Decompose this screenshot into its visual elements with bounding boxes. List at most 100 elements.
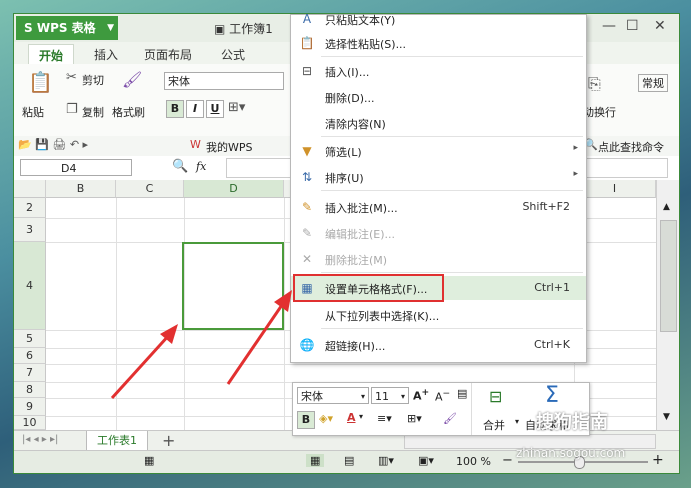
menu-separator (321, 136, 583, 137)
page-layout-view-icon[interactable]: ▥▾ (378, 454, 394, 467)
fill-color-icon[interactable]: ◈▾ (319, 412, 333, 425)
wrap-text-icon: ⎘ (588, 74, 601, 93)
scroll-up-icon[interactable]: ▲ (663, 202, 670, 212)
column-header-d[interactable]: D (184, 180, 284, 198)
zoom-in-icon[interactable]: + (652, 452, 664, 468)
name-box[interactable]: D4 (20, 159, 132, 176)
wps-window: S WPS 表格 ▼ ▣ 工作簿1 ▢ — ☐ ✕ 开始 插入 页面布局 公式 … (14, 14, 679, 473)
border-icon[interactable]: ⊞▾ (407, 412, 422, 425)
menu-delete[interactable]: 删除(D)... (291, 85, 586, 109)
menu-insert-comment[interactable]: ✎ 插入批注(M)... Shift+F2 (291, 195, 586, 219)
sort-icon: ⇅ (301, 170, 313, 184)
comment-icon: ✎ (301, 200, 313, 214)
paste-special-icon: 📋 (299, 36, 315, 50)
font-name-value: 宋体 (168, 75, 190, 88)
maximize-button[interactable]: ☐ (626, 18, 639, 34)
vertical-scrollbar[interactable]: ▲ ▼ (656, 180, 679, 430)
add-sheet-icon[interactable]: + (162, 431, 175, 450)
format-icon[interactable]: ▤ (457, 387, 467, 400)
document-title: 工作簿1 (229, 22, 273, 36)
cut-button[interactable]: 剪切 (82, 72, 104, 88)
page-break-view-icon[interactable]: ▤ (344, 454, 354, 467)
menu-sort[interactable]: ⇅ 排序(U) ▸ (291, 165, 586, 189)
brush-icon: 🖌 (122, 70, 143, 89)
minimize-button[interactable]: — (602, 18, 616, 34)
merge-icon: ⊟ (489, 387, 503, 406)
row-header-4[interactable]: 4 (14, 242, 46, 330)
command-search[interactable]: 点此查找命令 (598, 139, 664, 155)
zoom-level[interactable]: 100 % (456, 455, 491, 468)
sheet-nav-arrows[interactable]: |◂ ◂ ▸ ▸| (22, 434, 58, 445)
my-wps-tab[interactable]: 我的WPS (206, 139, 253, 155)
menu-shortcut: Ctrl+K (533, 338, 570, 351)
mini-font-name[interactable]: 宋体 ▾ (297, 387, 369, 404)
row-header-2[interactable]: 2 (14, 198, 46, 218)
scissors-icon: ✂ (66, 70, 77, 85)
row-header-5[interactable]: 5 (14, 330, 46, 348)
align-icon[interactable]: ≡▾ (377, 412, 392, 425)
number-format-select[interactable]: 常规 (638, 74, 668, 92)
menu-delete-comment[interactable]: ✕ 删除批注(M) (291, 247, 586, 271)
italic-button[interactable]: I (186, 100, 204, 118)
watermark-logo: 搜狗指南 (536, 412, 608, 433)
mini-font-size[interactable]: 11 ▾ (371, 387, 409, 404)
row-header-7[interactable]: 7 (14, 364, 46, 382)
brush-icon[interactable]: 🖌 (443, 412, 457, 425)
quick-icons[interactable]: 📂 💾 🖨 ↶ ▸ (18, 138, 88, 151)
sheet-tab-1[interactable]: 工作表1 (86, 431, 148, 451)
menu-clear-contents[interactable]: 清除内容(N) (291, 111, 586, 135)
menu-pick-from-list[interactable]: 从下拉列表中选择(K)... (291, 303, 586, 327)
close-button[interactable]: ✕ (654, 18, 666, 34)
row-header-9[interactable]: 9 (14, 398, 46, 416)
menu-separator (321, 328, 583, 329)
tab-page-layout[interactable]: 页面布局 (144, 46, 192, 63)
watermark-url: zhinan.sogou.com (516, 446, 626, 460)
border-icon[interactable]: ⊞▾ (228, 100, 245, 115)
mini-bold-button[interactable]: B (297, 411, 315, 429)
row-header-6[interactable]: 6 (14, 348, 46, 364)
column-header-c[interactable]: C (116, 180, 184, 198)
tab-insert[interactable]: 插入 (94, 46, 118, 63)
menu-paste-special[interactable]: 📋 选择性粘贴(S)... (291, 31, 586, 55)
row-header-3[interactable]: 3 (14, 218, 46, 242)
scroll-down-icon[interactable]: ▼ (663, 412, 670, 422)
menu-paste-text-only[interactable]: A 只粘贴文本(Y) (291, 14, 586, 31)
annotation-arrow-left (110, 324, 178, 400)
menu-edit-comment[interactable]: ✎ 编辑批注(E)... (291, 221, 586, 245)
menu-label: 清除内容(N) (325, 118, 386, 131)
reading-mode-icon[interactable]: ▣▾ (418, 454, 434, 467)
scroll-thumb[interactable] (660, 220, 677, 332)
zoom-out-icon[interactable]: − (502, 453, 513, 468)
filter-icon: ▼ (302, 144, 312, 158)
mini-font-color-button[interactable]: A (347, 411, 356, 424)
tab-home[interactable]: 开始 (28, 44, 75, 66)
paste-button[interactable]: 粘贴 (22, 104, 44, 120)
fx-button[interactable]: fx (196, 160, 206, 173)
wps-app-menu-button[interactable]: S WPS 表格 ▼ (16, 16, 118, 40)
column-header-b[interactable]: B (46, 180, 116, 198)
clipboard-icon[interactable]: 📋 (28, 70, 53, 94)
menu-label: 插入(I)... (325, 66, 370, 79)
mini-merge-button[interactable]: 合并 (483, 417, 505, 433)
menu-filter[interactable]: ▼ 筛选(L) ▸ (291, 139, 586, 163)
menu-shortcut: Ctrl+1 (534, 281, 570, 294)
font-name-select[interactable]: 宋体 (164, 72, 284, 90)
bold-button[interactable]: B (166, 100, 184, 118)
tab-formulas[interactable]: 公式 (221, 46, 245, 63)
format-painter-button[interactable]: 格式刷 (112, 104, 145, 120)
document-tab[interactable]: ▣ 工作簿1 (214, 20, 273, 37)
zoom-icon[interactable]: 🔍 (172, 159, 188, 174)
copy-button[interactable]: 复制 (82, 104, 104, 120)
normal-view-icon[interactable]: ▦ (306, 454, 325, 467)
insert-icon: ⊟ (301, 64, 313, 78)
shrink-font-icon[interactable]: A− (435, 388, 450, 404)
grow-font-icon[interactable]: A+ (413, 387, 429, 403)
menu-hyperlink[interactable]: 🌐 超链接(H)... Ctrl+K (291, 333, 586, 357)
select-all-corner[interactable] (14, 180, 46, 198)
app-name: WPS 表格 (36, 21, 96, 35)
underline-button[interactable]: U (206, 100, 224, 118)
submenu-arrow-icon: ▸ (573, 143, 578, 153)
row-header-10[interactable]: 10 (14, 416, 46, 430)
menu-insert[interactable]: ⊟ 插入(I)... (291, 59, 586, 83)
row-header-8[interactable]: 8 (14, 382, 46, 398)
